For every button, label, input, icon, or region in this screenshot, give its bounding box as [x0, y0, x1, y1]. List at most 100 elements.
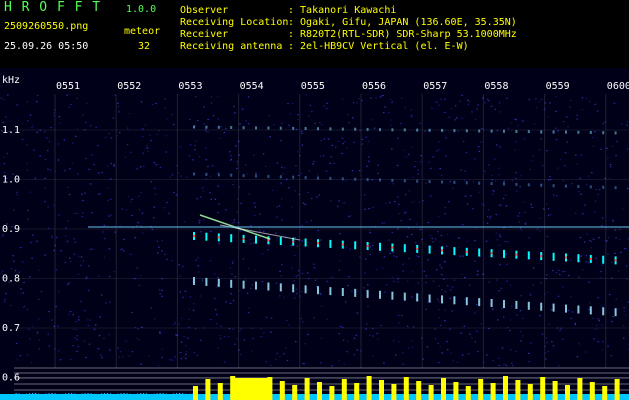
noise-speck: [427, 259, 429, 261]
echo-streak: [465, 129, 468, 133]
noise-speck: [371, 248, 373, 250]
noise-speck: [196, 354, 198, 357]
level-noise-bar: [35, 393, 37, 400]
noise-speck: [369, 334, 371, 336]
level-noise-bar: [116, 395, 118, 400]
noise-speck: [20, 292, 22, 295]
noise-speck: [154, 193, 157, 195]
noise-speck: [165, 135, 167, 137]
noise-speck: [402, 270, 404, 272]
noise-speck: [297, 151, 299, 153]
noise-speck: [64, 170, 66, 172]
noise-speck: [496, 239, 498, 241]
noise-speck: [158, 246, 160, 248]
noise-speck: [141, 135, 144, 138]
noise-speck: [403, 212, 406, 214]
noise-speck: [450, 108, 452, 110]
noise-speck: [462, 140, 465, 142]
noise-speck: [125, 340, 127, 342]
noise-speck: [601, 349, 604, 351]
noise-speck: [319, 292, 321, 294]
noise-speck: [243, 339, 246, 341]
noise-speck: [320, 305, 323, 307]
noise-speck: [510, 122, 513, 124]
noise-speck: [291, 206, 293, 208]
echo-streak: [193, 172, 195, 176]
echo-streak: [614, 308, 617, 317]
noise-speck: [476, 108, 478, 110]
echo-streak: [292, 126, 295, 130]
noise-speck: [119, 248, 122, 250]
noise-speck: [66, 94, 68, 96]
noise-speck: [104, 136, 107, 138]
noise-speck: [171, 113, 173, 116]
noise-speck: [383, 362, 385, 364]
noise-speck: [413, 201, 415, 203]
noise-speck: [16, 193, 19, 196]
noise-speck: [128, 355, 131, 357]
noise-speck: [293, 280, 295, 282]
noise-speck: [26, 308, 29, 310]
echo-streak: [329, 287, 332, 296]
noise-speck: [596, 324, 598, 326]
noise-speck: [547, 350, 550, 352]
echo-streak: [279, 175, 282, 179]
level-noise-bar: [191, 395, 193, 400]
noise-speck: [595, 189, 597, 191]
echo-streak: [391, 291, 394, 300]
noise-speck: [369, 253, 372, 255]
echo-streak: [255, 126, 257, 130]
noise-speck: [546, 203, 548, 205]
noise-speck: [559, 273, 561, 276]
noise-speck: [440, 324, 442, 326]
noise-speck: [420, 161, 422, 163]
noise-speck: [88, 265, 90, 267]
time-tick-label: 0551: [56, 81, 80, 92]
noise-speck: [608, 293, 611, 296]
noise-speck: [446, 245, 448, 247]
echo-streak: [366, 178, 369, 182]
noise-speck: [601, 225, 603, 227]
noise-speck: [323, 138, 326, 140]
noise-speck: [86, 102, 88, 104]
noise-speck: [155, 164, 158, 166]
noise-speck: [364, 272, 366, 274]
level-noise-bar: [81, 393, 83, 400]
echo-streak: [279, 126, 282, 130]
noise-speck: [225, 209, 227, 211]
noise-speck: [507, 127, 510, 129]
noise-speck: [388, 239, 390, 241]
noise-speck: [575, 154, 577, 156]
noise-speck: [447, 233, 449, 236]
noise-speck: [615, 237, 617, 239]
noise-speck: [369, 229, 371, 232]
noise-speck: [408, 190, 411, 192]
noise-speck: [428, 161, 430, 163]
noise-speck: [362, 287, 365, 289]
noise-speck: [300, 172, 302, 174]
noise-speck: [27, 218, 29, 220]
noise-speck: [66, 240, 69, 242]
noise-speck: [356, 102, 358, 104]
noise-speck: [261, 253, 264, 255]
noise-speck: [356, 312, 359, 314]
noise-speck: [578, 191, 580, 193]
echo-peak: [416, 247, 419, 250]
level-noise-bar: [123, 393, 125, 400]
noise-speck: [356, 349, 359, 351]
noise-speck: [549, 213, 552, 216]
noise-speck: [295, 292, 298, 295]
noise-speck: [437, 149, 440, 151]
noise-speck: [449, 297, 451, 299]
noise-speck: [474, 341, 477, 343]
noise-speck: [540, 282, 542, 284]
noise-speck: [389, 124, 392, 126]
noise-speck: [179, 291, 182, 293]
noise-speck: [466, 203, 469, 205]
noise-speck: [449, 289, 452, 291]
noise-speck: [279, 356, 281, 358]
noise-speck: [528, 237, 530, 239]
level-noise-bar: [26, 393, 28, 400]
noise-speck: [233, 180, 235, 182]
noise-speck: [280, 275, 282, 277]
